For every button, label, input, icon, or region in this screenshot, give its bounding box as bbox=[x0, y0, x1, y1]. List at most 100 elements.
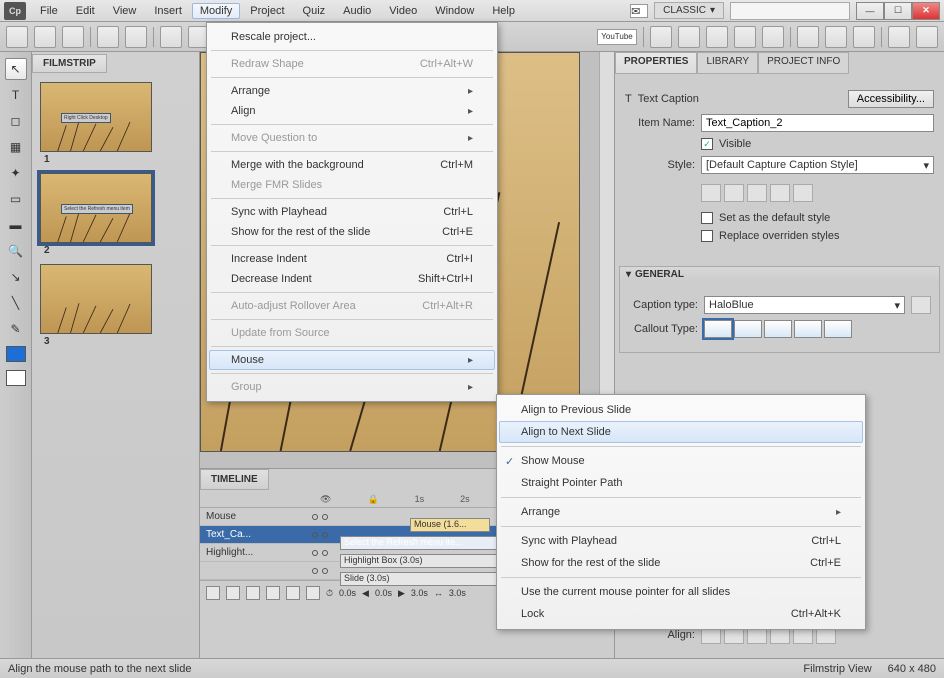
button-tool-icon[interactable]: ▬ bbox=[5, 214, 27, 236]
replace-checkbox[interactable] bbox=[701, 230, 713, 242]
submenu-item-align-to-previous-slide[interactable]: Align to Previous Slide bbox=[499, 399, 863, 421]
wand-tool-icon[interactable]: ✦ bbox=[5, 162, 27, 184]
pen-tool-icon[interactable]: ✎ bbox=[5, 318, 27, 340]
step-fwd-icon[interactable] bbox=[286, 586, 300, 600]
tb-f-icon[interactable] bbox=[797, 26, 819, 48]
menu-window[interactable]: Window bbox=[427, 3, 482, 19]
minimize-button[interactable]: — bbox=[856, 2, 884, 20]
callout-4[interactable] bbox=[794, 320, 822, 338]
callout-5[interactable] bbox=[824, 320, 852, 338]
record-icon[interactable] bbox=[160, 26, 182, 48]
youtube-icon[interactable]: YouTube bbox=[597, 29, 637, 45]
submenu-item-show-mouse[interactable]: ✓Show Mouse bbox=[499, 450, 863, 472]
submenu-item-use-the-current-mouse-pointer-for-all-slides[interactable]: Use the current mouse pointer for all sl… bbox=[499, 581, 863, 603]
submenu-item-arrange[interactable]: Arrange bbox=[499, 501, 863, 523]
style-reset-icon[interactable] bbox=[747, 184, 767, 202]
menu-insert[interactable]: Insert bbox=[146, 3, 190, 19]
line-tool-icon[interactable]: ╲ bbox=[5, 292, 27, 314]
submenu-item-show-for-the-rest-of-the-slide[interactable]: Show for the rest of the slideCtrl+E bbox=[499, 552, 863, 574]
tb-j-icon[interactable] bbox=[916, 26, 938, 48]
submenu-item-sync-with-playhead[interactable]: Sync with PlayheadCtrl+L bbox=[499, 530, 863, 552]
item-name-input[interactable] bbox=[701, 114, 934, 132]
slide-thumb-2[interactable]: Select the Refresh menu item bbox=[40, 173, 152, 243]
menu-quiz[interactable]: Quiz bbox=[295, 3, 334, 19]
style-apply-icon[interactable] bbox=[793, 184, 813, 202]
stop-icon[interactable] bbox=[266, 586, 280, 600]
undo-icon[interactable] bbox=[97, 26, 119, 48]
browse-icon[interactable] bbox=[911, 296, 931, 314]
rect-tool-icon[interactable]: ▭ bbox=[5, 188, 27, 210]
callout-1[interactable] bbox=[704, 320, 732, 338]
style-new-icon[interactable] bbox=[724, 184, 744, 202]
menu-item-align[interactable]: Align bbox=[209, 101, 495, 121]
submenu-item-lock[interactable]: LockCtrl+Alt+K bbox=[499, 603, 863, 625]
fg-color[interactable] bbox=[6, 346, 26, 362]
style-delete-icon[interactable] bbox=[770, 184, 790, 202]
slide-thumb-3[interactable] bbox=[40, 264, 152, 334]
close-button[interactable]: ✕ bbox=[912, 2, 940, 20]
callout-3[interactable] bbox=[764, 320, 792, 338]
mouse-tool-icon[interactable]: ↘ bbox=[5, 266, 27, 288]
tb-g-icon[interactable] bbox=[825, 26, 847, 48]
accessibility-button[interactable]: Accessibility... bbox=[848, 90, 934, 108]
zoom-tool-icon[interactable]: 🔍 bbox=[5, 240, 27, 262]
timeline-tab[interactable]: TIMELINE bbox=[200, 469, 269, 490]
maximize-button[interactable]: ☐ bbox=[884, 2, 912, 20]
tab-project-info[interactable]: PROJECT INFO bbox=[758, 52, 849, 74]
menu-item-merge-with-the-background[interactable]: Merge with the backgroundCtrl+M bbox=[209, 155, 495, 175]
search-input[interactable] bbox=[730, 2, 850, 20]
tb-e-icon[interactable] bbox=[762, 26, 784, 48]
menu-video[interactable]: Video bbox=[381, 3, 425, 19]
timeline-clip[interactable]: Highlight Box (3.0s) bbox=[340, 554, 500, 568]
tb-i-icon[interactable] bbox=[888, 26, 910, 48]
step-back-icon[interactable] bbox=[226, 586, 240, 600]
submenu-item-straight-pointer-path[interactable]: Straight Pointer Path bbox=[499, 472, 863, 494]
save-icon[interactable] bbox=[62, 26, 84, 48]
highlight-tool-icon[interactable]: ▦ bbox=[5, 136, 27, 158]
menu-edit[interactable]: Edit bbox=[68, 3, 103, 19]
tb-d-icon[interactable] bbox=[734, 26, 756, 48]
style-save-icon[interactable] bbox=[701, 184, 721, 202]
play-icon[interactable] bbox=[246, 586, 260, 600]
menu-item-show-for-the-rest-of-the-slide[interactable]: Show for the rest of the slideCtrl+E bbox=[209, 222, 495, 242]
tb-h-icon[interactable] bbox=[853, 26, 875, 48]
open-icon[interactable] bbox=[34, 26, 56, 48]
bg-color[interactable] bbox=[6, 370, 26, 386]
menu-modify[interactable]: Modify bbox=[192, 3, 240, 19]
tb-c-icon[interactable] bbox=[706, 26, 728, 48]
text-tool-icon[interactable]: T bbox=[5, 84, 27, 106]
menu-item-mouse[interactable]: Mouse bbox=[209, 350, 495, 370]
timeline-clip[interactable]: Select the Refresh menu ite... bbox=[340, 536, 500, 550]
slide-thumb-1[interactable]: Right Click Desktop bbox=[40, 82, 152, 152]
callout-2[interactable] bbox=[734, 320, 762, 338]
menu-audio[interactable]: Audio bbox=[335, 3, 379, 19]
menu-item-arrange[interactable]: Arrange bbox=[209, 81, 495, 101]
goto-end-icon[interactable] bbox=[306, 586, 320, 600]
arrow-tool-icon[interactable]: ↖ bbox=[5, 58, 27, 80]
timeline-clip[interactable]: Slide (3.0s) bbox=[340, 572, 500, 586]
redo-icon[interactable] bbox=[125, 26, 147, 48]
menu-file[interactable]: File bbox=[32, 3, 66, 19]
set-default-checkbox[interactable] bbox=[701, 212, 713, 224]
new-icon[interactable] bbox=[6, 26, 28, 48]
filmstrip-tab[interactable]: FILMSTRIP bbox=[32, 54, 107, 73]
menu-item-rescale-project-[interactable]: Rescale project... bbox=[209, 27, 495, 47]
caption-type-dropdown[interactable]: HaloBlue▾ bbox=[704, 296, 905, 314]
goto-start-icon[interactable] bbox=[206, 586, 220, 600]
tb-a-icon[interactable] bbox=[650, 26, 672, 48]
tab-properties[interactable]: PROPERTIES bbox=[615, 52, 697, 74]
menu-project[interactable]: Project bbox=[242, 3, 292, 19]
menu-item-sync-with-playhead[interactable]: Sync with PlayheadCtrl+L bbox=[209, 202, 495, 222]
menu-view[interactable]: View bbox=[105, 3, 145, 19]
style-dropdown[interactable]: [Default Capture Caption Style]▾ bbox=[701, 156, 934, 174]
menu-item-increase-indent[interactable]: Increase IndentCtrl+I bbox=[209, 249, 495, 269]
envelope-icon[interactable]: ✉ bbox=[630, 4, 648, 18]
menu-help[interactable]: Help bbox=[484, 3, 523, 19]
menu-item-decrease-indent[interactable]: Decrease IndentShift+Ctrl+I bbox=[209, 269, 495, 289]
tb-b-icon[interactable] bbox=[678, 26, 700, 48]
visible-checkbox[interactable]: ✓ bbox=[701, 138, 713, 150]
shape-tool-icon[interactable]: ◻ bbox=[5, 110, 27, 132]
workspace-switcher[interactable]: CLASSIC▾ bbox=[654, 2, 724, 19]
tab-library[interactable]: LIBRARY bbox=[697, 52, 758, 74]
timeline-clip[interactable]: Mouse (1.6... bbox=[410, 518, 490, 532]
